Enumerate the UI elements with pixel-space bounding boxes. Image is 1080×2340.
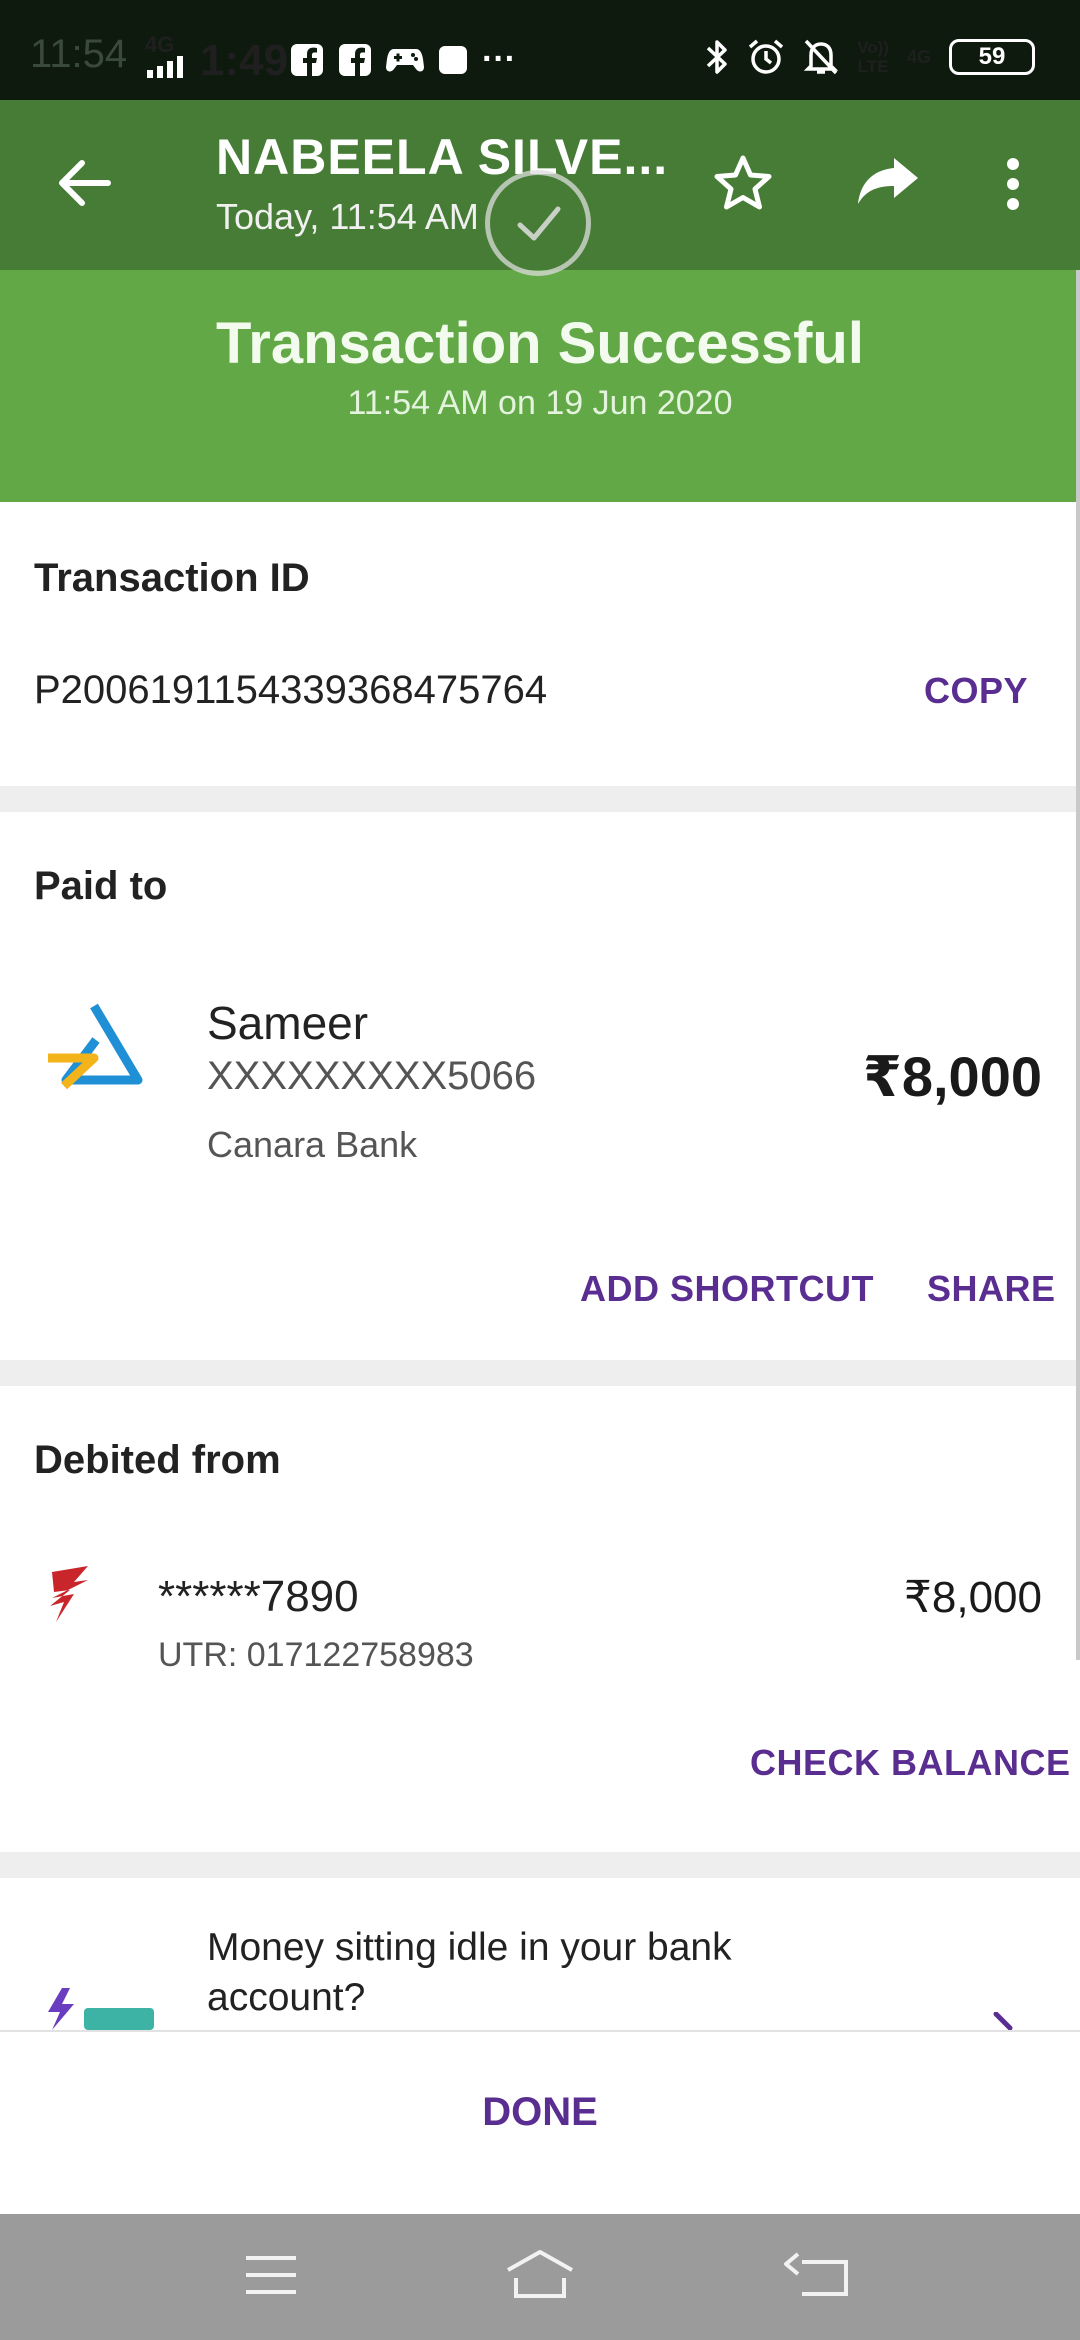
payee-bank: Canara Bank (207, 1124, 418, 1165)
transaction-id-value: P2006191154339368475764 (34, 668, 548, 712)
bhim-upi-logo-icon (48, 1003, 143, 1090)
transaction-datetime: 11:54 AM on 19 Jun 2020 (347, 384, 733, 422)
more-options-icon[interactable] (1002, 156, 1024, 212)
debited-amount: ₹8,000 (903, 1573, 1042, 1622)
facebook-icon (339, 43, 371, 76)
promo-wallet-icon (48, 1988, 154, 2030)
status-time: 1:49 (200, 36, 289, 85)
facebook-icon (291, 43, 323, 76)
battery-icon: 59 (949, 39, 1035, 75)
signal-icon (147, 56, 183, 78)
network-indicator: 4G (145, 34, 189, 82)
network-type: 4G (145, 32, 175, 57)
menu-icon[interactable] (244, 2254, 298, 2296)
chat-title: NABEELA SILVE... (216, 129, 669, 185)
promo-text-line2: account? (207, 1976, 366, 2019)
bank-logo-icon (50, 1566, 88, 1622)
notification-icons: ··· (290, 40, 516, 79)
gamepad-icon (386, 48, 424, 71)
utr-number: UTR: 017122758983 (158, 1636, 474, 1674)
volte-indicator: Vo)) LTE (857, 38, 889, 76)
success-check-icon (485, 170, 591, 276)
forward-share-icon[interactable] (856, 156, 920, 208)
star-icon[interactable] (712, 154, 774, 212)
alarm-icon (749, 39, 784, 74)
transaction-id-label: Transaction ID (34, 556, 310, 600)
paid-to-label: Paid to (34, 864, 168, 908)
section-divider (0, 1852, 1080, 1878)
status-ghost-time: 11:54 (30, 32, 128, 76)
chat-subtitle: Today, 11:54 AM (216, 196, 479, 237)
chevron-right-icon[interactable] (990, 2012, 1020, 2030)
section-divider (0, 1360, 1080, 1386)
payee-account: XXXXXXXXX5066 (207, 1054, 537, 1098)
section-divider (0, 786, 1080, 812)
more-notifications-icon: ··· (482, 40, 516, 78)
done-button[interactable]: DONE (0, 2090, 1080, 2135)
paid-amount: ₹8,000 (862, 1045, 1042, 1108)
check-balance-button[interactable]: CHECK BALANCE (750, 1742, 1071, 1784)
scrollbar[interactable] (1076, 270, 1080, 1660)
back-arrow-icon[interactable] (56, 158, 112, 208)
share-button[interactable]: SHARE (927, 1268, 1056, 1310)
system-status-icons: Vo)) LTE 4G 59 (705, 38, 1035, 76)
debited-from-label: Debited from (34, 1438, 281, 1482)
app-notification-icon (439, 45, 467, 74)
promo-text-line1: Money sitting idle in your bank (207, 1926, 732, 1969)
transaction-status-title: Transaction Successful (216, 311, 864, 376)
network-4g-indicator: 4G (906, 46, 931, 67)
debit-account: ******7890 (158, 1572, 359, 1621)
home-icon[interactable] (504, 2248, 576, 2300)
copy-button[interactable]: COPY (924, 670, 1028, 712)
add-shortcut-button[interactable]: ADD SHORTCUT (580, 1268, 874, 1310)
back-nav-icon[interactable] (782, 2252, 852, 2298)
notifications-off-icon (803, 39, 839, 75)
bluetooth-icon (706, 40, 727, 74)
payee-name: Sameer (207, 997, 369, 1049)
